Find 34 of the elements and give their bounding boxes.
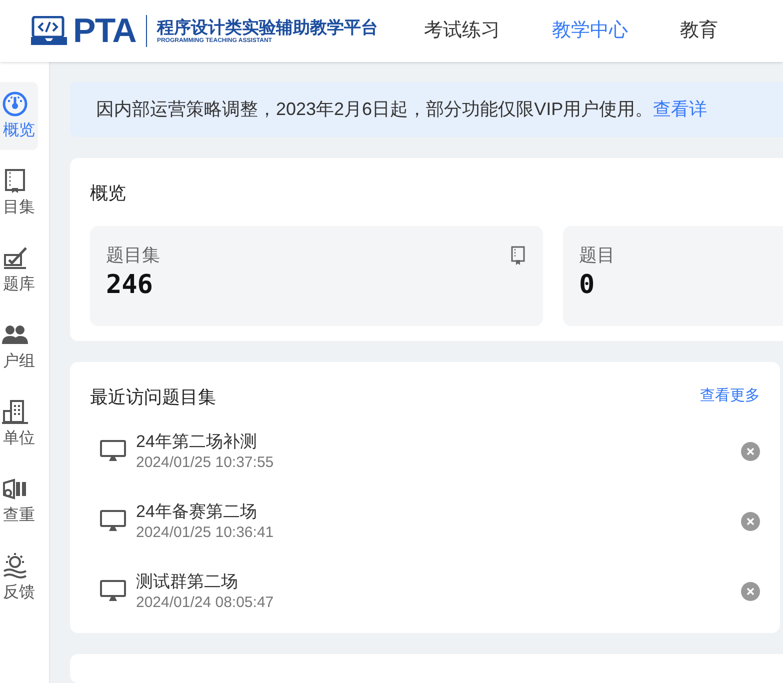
stat-label: 题目 [579, 244, 615, 268]
visit-time: 2024/01/25 10:36:41 [136, 522, 274, 543]
visit-time: 2024/01/25 10:37:55 [136, 452, 274, 473]
logo-title: 程序设计类实验辅助教学平台 [156, 16, 378, 38]
speaker-icon [2, 476, 28, 502]
gauge-icon [2, 91, 28, 117]
nav-tab[interactable]: 考试练习 [424, 16, 500, 46]
building-icon [2, 399, 28, 425]
problem-set-title[interactable]: 24年备赛第二场 [136, 500, 257, 523]
view-more-link[interactable]: 查看更多 [700, 385, 760, 408]
logo-text: PTA [73, 14, 136, 48]
nav-tab[interactable]: 教育 [680, 16, 718, 46]
notice-text: 因内部运营策略调整，2023年2月6日起，部分功能仅限VIP用户使用。 [96, 98, 654, 122]
nav-tab[interactable]: 教学中心 [552, 16, 628, 46]
logo-icon [31, 16, 67, 46]
close-icon[interactable] [741, 512, 760, 531]
close-icon[interactable] [741, 442, 760, 461]
visit-time: 2024/01/24 08:05:47 [136, 592, 274, 613]
bulb-icon [2, 553, 28, 579]
monitor-icon [100, 440, 126, 462]
stat-label: 题目集 [106, 244, 160, 268]
problem-set-title[interactable]: 24年第二场补测 [136, 430, 257, 453]
overview-title: 概览 [90, 182, 127, 206]
book-icon [2, 168, 28, 194]
details-link[interactable]: 查看详 [653, 96, 708, 124]
close-icon[interactable] [741, 582, 760, 601]
sidebar-item[interactable]: 概览 [0, 82, 38, 150]
pen-icon [2, 245, 28, 271]
stat-value: 0 [579, 269, 595, 302]
monitor-icon [100, 510, 126, 532]
monitor-icon [100, 580, 126, 602]
stat-value: 246 [106, 269, 153, 302]
problem-set-title[interactable]: 测试群第二场 [136, 570, 238, 593]
recent-title: 最近访问题目集 [90, 386, 216, 409]
